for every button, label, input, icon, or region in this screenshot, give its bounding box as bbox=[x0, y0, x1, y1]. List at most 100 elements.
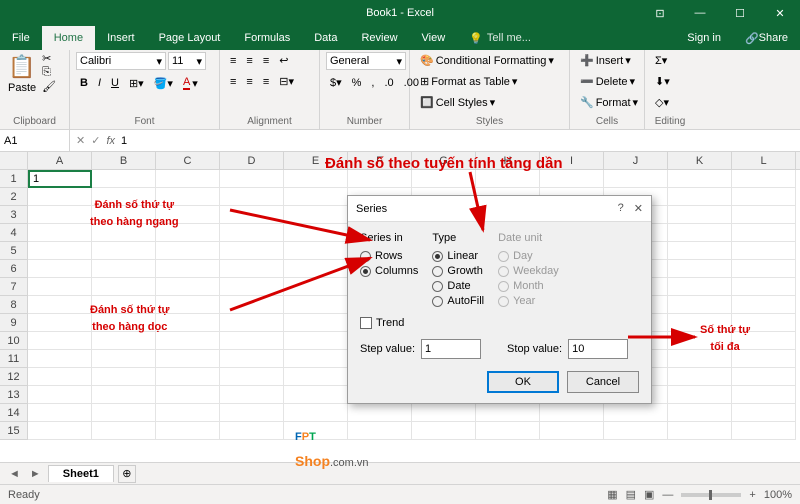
dialog-help-icon[interactable]: ? bbox=[618, 202, 624, 215]
cell[interactable] bbox=[28, 368, 92, 386]
cell[interactable] bbox=[92, 260, 156, 278]
dec-inc-icon[interactable]: .0 bbox=[380, 75, 397, 91]
cell[interactable] bbox=[220, 188, 284, 206]
percent-icon[interactable]: % bbox=[348, 75, 366, 91]
row-header[interactable]: 3 bbox=[0, 206, 28, 224]
cell-styles-button[interactable]: 🔲 Cell Styles ▾ bbox=[416, 94, 499, 111]
cancel-formula-icon[interactable]: ✕ bbox=[76, 134, 85, 147]
trend-checkbox[interactable]: Trend bbox=[360, 317, 639, 329]
cell[interactable] bbox=[92, 242, 156, 260]
cell[interactable] bbox=[284, 332, 348, 350]
cell[interactable] bbox=[92, 296, 156, 314]
ribbon-options-icon[interactable]: ⊡ bbox=[640, 0, 680, 26]
cell[interactable] bbox=[732, 386, 796, 404]
zoom-level[interactable]: 100% bbox=[764, 489, 792, 501]
col-header[interactable]: J bbox=[604, 152, 668, 169]
name-box[interactable]: A1 bbox=[0, 130, 70, 151]
cell[interactable] bbox=[284, 260, 348, 278]
number-format-select[interactable]: General▾ bbox=[326, 52, 406, 70]
col-header[interactable]: E bbox=[284, 152, 348, 169]
align-mid-icon[interactable]: ≡ bbox=[242, 53, 256, 69]
col-header[interactable]: K bbox=[668, 152, 732, 169]
row-header[interactable]: 12 bbox=[0, 368, 28, 386]
currency-icon[interactable]: $▾ bbox=[326, 74, 346, 91]
tab-pagelayout[interactable]: Page Layout bbox=[147, 26, 233, 50]
cell[interactable] bbox=[92, 188, 156, 206]
cell[interactable] bbox=[220, 224, 284, 242]
maximize-icon[interactable]: ☐ bbox=[720, 0, 760, 26]
tellme-input[interactable]: 💡 Tell me... bbox=[457, 26, 543, 50]
cell[interactable] bbox=[156, 242, 220, 260]
cell[interactable] bbox=[284, 386, 348, 404]
cell[interactable] bbox=[28, 224, 92, 242]
radio-date[interactable]: Date bbox=[432, 280, 484, 292]
cell[interactable] bbox=[284, 224, 348, 242]
row-header[interactable]: 1 bbox=[0, 170, 28, 188]
cell[interactable] bbox=[732, 422, 796, 440]
cell[interactable] bbox=[668, 188, 732, 206]
cell[interactable] bbox=[732, 170, 796, 188]
cell[interactable] bbox=[732, 368, 796, 386]
cell[interactable] bbox=[92, 170, 156, 188]
col-header[interactable]: H bbox=[476, 152, 540, 169]
cell[interactable] bbox=[156, 170, 220, 188]
cond-format-button[interactable]: 🎨 Conditional Formatting ▾ bbox=[416, 52, 558, 69]
cell[interactable] bbox=[156, 350, 220, 368]
view-layout-icon[interactable]: ▤ bbox=[626, 488, 636, 501]
cell[interactable] bbox=[92, 386, 156, 404]
zoom-in-icon[interactable]: + bbox=[749, 489, 755, 501]
cell[interactable] bbox=[92, 368, 156, 386]
radio-rows[interactable]: Rows bbox=[360, 250, 418, 262]
cell[interactable] bbox=[92, 332, 156, 350]
col-header[interactable]: C bbox=[156, 152, 220, 169]
step-input[interactable] bbox=[421, 339, 481, 359]
cell[interactable] bbox=[668, 368, 732, 386]
row-header[interactable]: 15 bbox=[0, 422, 28, 440]
cell[interactable] bbox=[220, 404, 284, 422]
cell[interactable] bbox=[540, 170, 604, 188]
cell[interactable] bbox=[220, 422, 284, 440]
cell[interactable] bbox=[284, 188, 348, 206]
cell[interactable] bbox=[668, 404, 732, 422]
row-header[interactable]: 6 bbox=[0, 260, 28, 278]
row-header[interactable]: 2 bbox=[0, 188, 28, 206]
cell[interactable] bbox=[668, 224, 732, 242]
cell[interactable] bbox=[284, 296, 348, 314]
col-header[interactable]: L bbox=[732, 152, 796, 169]
cell[interactable] bbox=[28, 278, 92, 296]
cell[interactable] bbox=[220, 350, 284, 368]
autosum-icon[interactable]: Σ▾ bbox=[651, 52, 671, 69]
cell[interactable]: 1 bbox=[28, 170, 92, 188]
cell[interactable] bbox=[732, 260, 796, 278]
row-header[interactable]: 14 bbox=[0, 404, 28, 422]
col-header[interactable]: F bbox=[348, 152, 412, 169]
cell[interactable] bbox=[28, 350, 92, 368]
cell[interactable] bbox=[668, 422, 732, 440]
cell[interactable] bbox=[412, 422, 476, 440]
comma-icon[interactable]: , bbox=[367, 75, 378, 91]
tab-insert[interactable]: Insert bbox=[95, 26, 147, 50]
cell[interactable] bbox=[540, 404, 604, 422]
view-normal-icon[interactable]: ▦ bbox=[607, 488, 617, 501]
ok-button[interactable]: OK bbox=[487, 371, 559, 393]
cancel-button[interactable]: Cancel bbox=[567, 371, 639, 393]
cell[interactable] bbox=[28, 260, 92, 278]
cell[interactable] bbox=[732, 278, 796, 296]
cell[interactable] bbox=[348, 404, 412, 422]
cell[interactable] bbox=[156, 224, 220, 242]
tab-data[interactable]: Data bbox=[302, 26, 349, 50]
format-table-button[interactable]: ⊞ Format as Table ▾ bbox=[416, 73, 521, 90]
paste-button[interactable]: 📋 Paste bbox=[6, 52, 38, 96]
insert-cells-button[interactable]: ➕ Insert ▾ bbox=[576, 52, 635, 69]
stop-input[interactable] bbox=[568, 339, 628, 359]
cell[interactable] bbox=[92, 314, 156, 332]
cell[interactable] bbox=[220, 260, 284, 278]
cell[interactable] bbox=[28, 314, 92, 332]
align-left-icon[interactable]: ≡ bbox=[226, 74, 240, 90]
cell[interactable] bbox=[284, 170, 348, 188]
cell[interactable] bbox=[220, 242, 284, 260]
cell[interactable] bbox=[604, 422, 668, 440]
cell[interactable] bbox=[732, 242, 796, 260]
font-size-select[interactable]: 11▾ bbox=[168, 52, 206, 70]
cell[interactable] bbox=[348, 422, 412, 440]
